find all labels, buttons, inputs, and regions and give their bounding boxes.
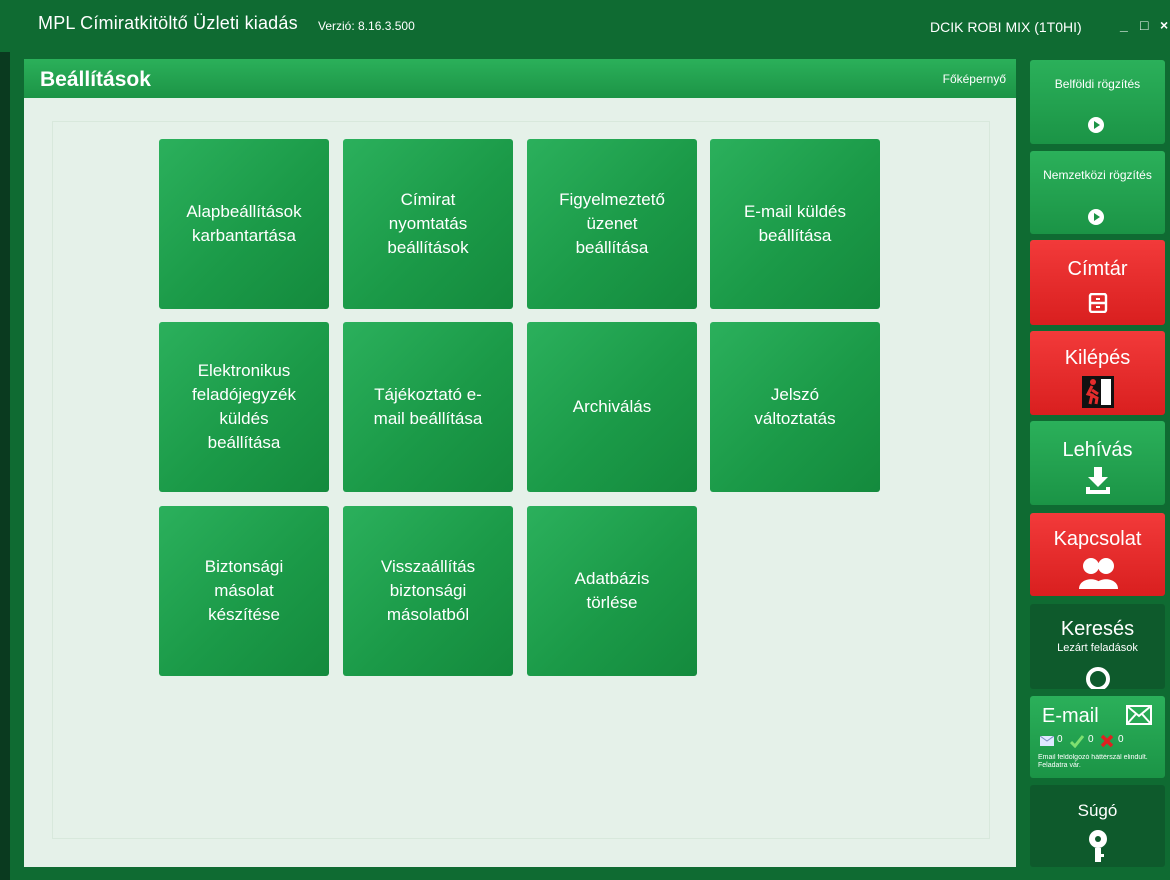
maximize-button[interactable]: □ <box>1140 17 1148 33</box>
mail-icon <box>1040 736 1054 746</box>
search-sublabel: Lezárt feladások <box>1057 642 1138 654</box>
tile-basic-settings[interactable]: Alapbeállítások karbantartása <box>159 139 329 309</box>
app-title: MPL Címiratkitöltő Üzleti kiadás <box>38 13 298 33</box>
home-link[interactable]: Főképernyő <box>943 72 1006 86</box>
help-label: Súgó <box>1077 801 1118 820</box>
people-icon <box>1079 558 1118 589</box>
exit-label: Kilépés <box>1064 347 1131 369</box>
download-icon <box>1086 467 1110 494</box>
fetch-label: Lehívás <box>1062 439 1133 461</box>
window-left-edge <box>0 0 10 880</box>
emergency-exit-icon <box>1082 376 1114 408</box>
tile-info-email[interactable]: Tájékoztató e- mail beállítása <box>343 322 513 492</box>
domestic-entry-label: Belföldi rögzítés <box>1054 77 1141 91</box>
tile-email-sending[interactable]: E-mail küldés beállítása <box>710 139 880 309</box>
email-label: E-mail <box>1042 705 1099 727</box>
tile-delete-database[interactable]: Adatbázis törlése <box>527 506 697 676</box>
domestic-entry-button[interactable]: Belföldi rögzítés <box>1030 60 1165 144</box>
tile-electronic-manifest[interactable]: Elektronikus feladójegyzék küldés beállí… <box>159 322 329 492</box>
search-label: Keresés <box>1060 618 1135 640</box>
settings-panel: Beállítások Főképernyő Alapbeállítások k… <box>24 59 1016 867</box>
envelope-icon <box>1126 705 1152 725</box>
tile-backup[interactable]: Biztonsági másolat készítése <box>159 506 329 676</box>
search-button[interactable]: Keresés Lezárt feladások <box>1030 604 1165 689</box>
panel-header: Beállítások Főképernyő <box>24 59 1016 98</box>
page-title: Beállítások <box>40 68 151 91</box>
international-entry-button[interactable]: Nemzetközi rögzítés <box>1030 151 1165 234</box>
error-x-icon <box>1100 734 1114 748</box>
play-icon <box>1088 209 1104 225</box>
help-button[interactable]: Súgó <box>1030 785 1165 867</box>
key-icon <box>1089 830 1107 862</box>
close-button[interactable]: × <box>1160 17 1168 33</box>
address-book-button[interactable]: Címtár <box>1030 240 1165 325</box>
email-status-text: Email feldolgozó háttérszál elindult. Fe… <box>1038 754 1148 769</box>
tile-restore-backup[interactable]: Visszaállítás biztonsági másolatból <box>343 506 513 676</box>
tile-warning-message[interactable]: Figyelmeztető üzenet beállítása <box>527 139 697 309</box>
tile-password-change[interactable]: Jelszó változtatás <box>710 322 880 492</box>
contact-label: Kapcsolat <box>1053 528 1142 550</box>
check-icon <box>1070 735 1084 748</box>
fetch-button[interactable]: Lehívás <box>1030 421 1165 505</box>
exit-button[interactable]: Kilépés <box>1030 331 1165 415</box>
address-book-label: Címtár <box>1067 258 1128 280</box>
email-panel[interactable]: E-mail 0 0 0 Email feldolgozó háttérszál… <box>1030 696 1165 778</box>
title-bar: MPL Címiratkitöltő Üzleti kiadás Verzió:… <box>0 0 1170 52</box>
search-icon <box>1086 667 1110 689</box>
minimize-button[interactable]: _ <box>1120 17 1128 33</box>
email-sent-count: 0 <box>1057 734 1063 745</box>
email-ok-count: 0 <box>1088 734 1094 745</box>
tile-label-printing[interactable]: Címirat nyomtatás beállítások <box>343 139 513 309</box>
email-error-count: 0 <box>1118 734 1124 745</box>
user-label: DCIK ROBI MIX (1T0HI) <box>930 19 1082 35</box>
play-icon <box>1088 117 1104 133</box>
tile-archiving[interactable]: Archiválás <box>527 322 697 492</box>
version-label: Verzió: 8.16.3.500 <box>318 19 415 33</box>
contact-button[interactable]: Kapcsolat <box>1030 513 1165 596</box>
international-entry-label: Nemzetközi rögzítés <box>1043 168 1152 182</box>
cabinet-icon <box>1088 293 1108 313</box>
